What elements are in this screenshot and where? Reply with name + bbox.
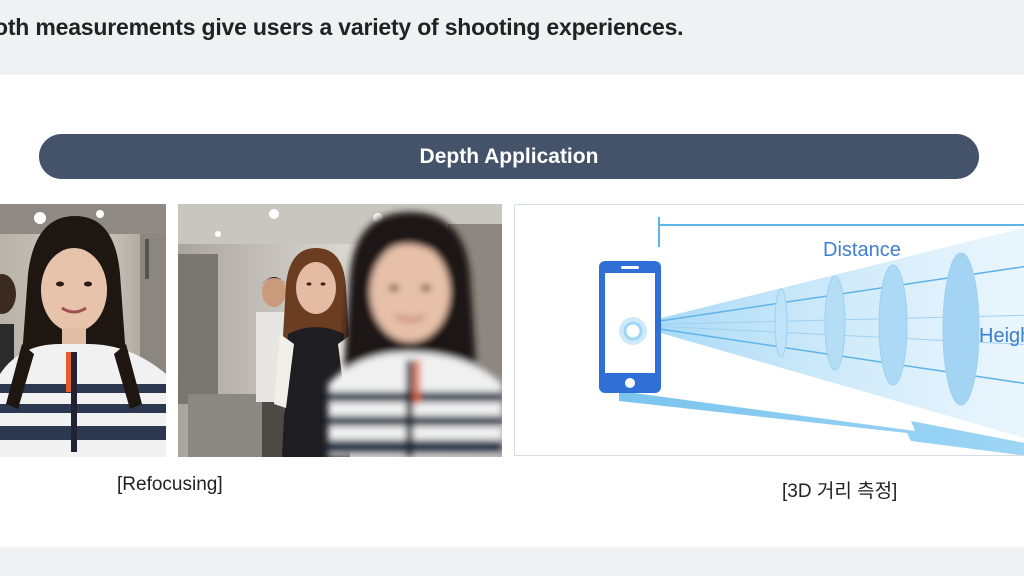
depth-slice-4 [942, 252, 980, 406]
phone-icon [599, 261, 661, 393]
3d-distance-diagram: Distance Heigh [514, 204, 1024, 456]
refocus-photo-blurred [178, 204, 502, 457]
depth-slice-3 [878, 264, 908, 386]
refocusing-caption: [Refocusing] [117, 474, 223, 495]
depth-slice-1 [774, 288, 788, 358]
height-label: Heigh [979, 325, 1024, 347]
bottom-band [0, 547, 1024, 576]
banner-title: Depth Application [419, 144, 599, 168]
intro-sentence: oth measurements give users a variety of… [0, 14, 684, 40]
depth-slice-2 [824, 275, 846, 371]
distance-label: Distance [823, 239, 901, 261]
depth-application-banner: Depth Application [39, 134, 979, 179]
refocus-photo-sharp [0, 204, 166, 457]
3d-distance-caption: [3D 거리 측정] [782, 481, 898, 502]
